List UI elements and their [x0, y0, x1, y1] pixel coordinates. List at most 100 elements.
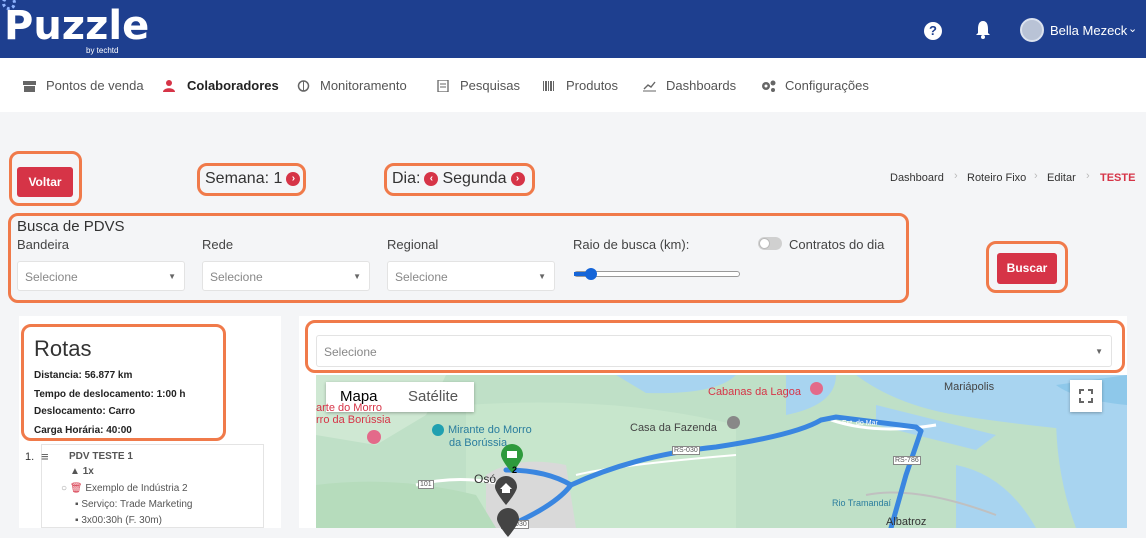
menu-item-pontos-de-venda[interactable]: Pontos de venda [22, 78, 144, 93]
breadcrumb-current: TESTE [1100, 172, 1136, 184]
select-value: Selecione [25, 270, 78, 284]
map-label-tramandai: Rio Tramandaí [832, 498, 892, 508]
menu-item-monitoramento[interactable]: Monitoramento [296, 78, 407, 93]
service-time: 3x00:30h (F. 30m) [81, 515, 162, 526]
back-button[interactable]: Voltar [17, 167, 73, 197]
arrow-right-icon[interactable]: › [510, 172, 525, 186]
breadcrumb-roteiro-fixo[interactable]: Roteiro Fixo [967, 172, 1026, 184]
pin-marker-icon[interactable] [496, 508, 520, 538]
contratos-label: Contratos do dia [789, 237, 885, 252]
bandeira-select[interactable]: Selecione ▼ [17, 261, 185, 291]
drag-handle-icon[interactable]: ≡ [41, 449, 49, 464]
regional-select[interactable]: Selecione ▼ [387, 261, 555, 291]
caret-down-icon: ▼ [1095, 347, 1103, 356]
map-label-mirante: Mirante do Morro [448, 424, 532, 436]
search-title: Busca de PDVS [17, 218, 125, 235]
select-value: Selecione [395, 270, 448, 284]
route-select[interactable]: Selecione ▼ [316, 335, 1112, 367]
service-name: Serviço: Trade Marketing [81, 499, 193, 510]
menu-label: Pesquisas [460, 78, 520, 93]
menu-label: Dashboards [666, 78, 737, 93]
brand-logo[interactable]: Puzzle [4, 4, 149, 48]
route-time: Tempo de deslocamento: 1:00 h [34, 389, 186, 400]
caret-down-icon: ▼ [168, 272, 176, 281]
rede-select[interactable]: Selecione ▼ [202, 261, 370, 291]
arrow-left-icon[interactable]: ‹ [424, 172, 439, 186]
menu-item-produtos[interactable]: Produtos [542, 78, 618, 93]
map-label-101: 101 [418, 480, 434, 489]
week-selector: Semana: 1 › [205, 170, 301, 188]
industry-name: Exemplo de Indústria 2 [85, 483, 188, 494]
buscar-button[interactable]: Buscar [997, 253, 1057, 284]
fullscreen-icon [1079, 389, 1093, 403]
industry-line: ○ 🗑 Exemplo de Indústria 2 [61, 483, 188, 494]
main-menu: Pontos de venda Colaboradores Monitorame… [0, 58, 1146, 112]
arrow-right-icon[interactable]: › [286, 172, 301, 186]
barcode-icon [543, 80, 554, 91]
breadcrumb-separator: › [954, 170, 958, 182]
frequency-value: 1x [82, 466, 94, 477]
toggle-knob [759, 238, 770, 249]
bell-icon[interactable] [975, 20, 991, 40]
regional-label: Regional [387, 237, 439, 252]
menu-label: Configurações [785, 78, 869, 93]
rede-label: Rede [202, 237, 234, 252]
survey-icon [437, 79, 449, 92]
menu-label: Colaboradores [187, 78, 279, 93]
radius-slider-thumb[interactable] [585, 268, 597, 280]
trash-icon[interactable]: 🗑 [70, 483, 83, 494]
map-label-morro-left2: rro da Borússia [316, 414, 391, 426]
pin-number: 2 [512, 465, 518, 475]
map-label-albatroz: Albatroz [886, 516, 927, 528]
week-label: Semana: 1 [205, 170, 283, 187]
poi-pink-icon-2 [810, 382, 823, 395]
raio-label: Raio de busca (km): [573, 237, 690, 252]
breadcrumb-separator: › [1034, 170, 1038, 182]
tab-satellite[interactable]: Satélite [408, 388, 458, 405]
avatar[interactable] [1020, 18, 1044, 42]
pdv-name: PDV TESTE 1 [69, 451, 133, 462]
menu-label: Produtos [566, 78, 619, 93]
select-value: Selecione [324, 345, 377, 359]
poi-gray-icon [727, 416, 740, 429]
map-label-estrada: Est. do Mar [842, 420, 878, 427]
user-name[interactable]: Bella Mezeck [1050, 23, 1127, 38]
question-icon[interactable]: ? [924, 22, 942, 40]
map-label-morro-left: arte do Morro [316, 402, 383, 414]
menu-label: Monitoramento [320, 78, 407, 93]
select-value: Selecione [210, 270, 263, 284]
frequency: ▲ 1x [70, 466, 94, 477]
caret-down-icon: ▼ [538, 272, 546, 281]
menu-item-dashboards[interactable]: Dashboards [642, 78, 736, 93]
fullscreen-button[interactable] [1070, 380, 1102, 412]
map-label-borussia: da Borússia [449, 437, 508, 449]
gears-icon [762, 80, 776, 92]
monitor-icon [297, 79, 310, 92]
breadcrumb-dashboard[interactable]: Dashboard [890, 172, 944, 184]
road-icon: ▲ [70, 466, 80, 477]
caret-down-icon: ▼ [353, 272, 361, 281]
map-label-rs030: RS-030 [672, 446, 700, 455]
day-selector: Dia: ‹ Segunda › [392, 170, 525, 188]
brand-sub: by techtd [86, 46, 119, 55]
menu-item-colaboradores[interactable]: Colaboradores [163, 78, 279, 93]
poi-teal-icon [432, 424, 444, 436]
poi-pink-icon [367, 430, 381, 444]
time-line: ▪ 3x00:30h (F. 30m) [75, 515, 162, 526]
chart-icon [643, 81, 656, 91]
menu-item-configuracoes[interactable]: Configurações [761, 78, 869, 93]
bullet-icon: ○ [61, 483, 68, 494]
day-value: Segunda [442, 170, 507, 187]
pin-home-icon[interactable] [494, 476, 518, 506]
menu-item-pesquisas[interactable]: Pesquisas [436, 78, 520, 93]
breadcrumb-editar[interactable]: Editar [1047, 172, 1076, 184]
radius-slider-track[interactable] [574, 271, 740, 277]
route-transport: Deslocamento: Carro [34, 406, 136, 417]
service-line: ▪ Serviço: Trade Marketing [75, 499, 193, 510]
day-prefix: Dia: [392, 170, 421, 187]
bandeira-label: Bandeira [17, 237, 70, 252]
menu-label: Pontos de venda [46, 78, 144, 93]
chevron-down-icon[interactable]: ⌄ [1128, 22, 1137, 35]
map-label-oso: Osó [474, 472, 497, 486]
route-workload: Carga Horária: 40:00 [34, 425, 132, 436]
